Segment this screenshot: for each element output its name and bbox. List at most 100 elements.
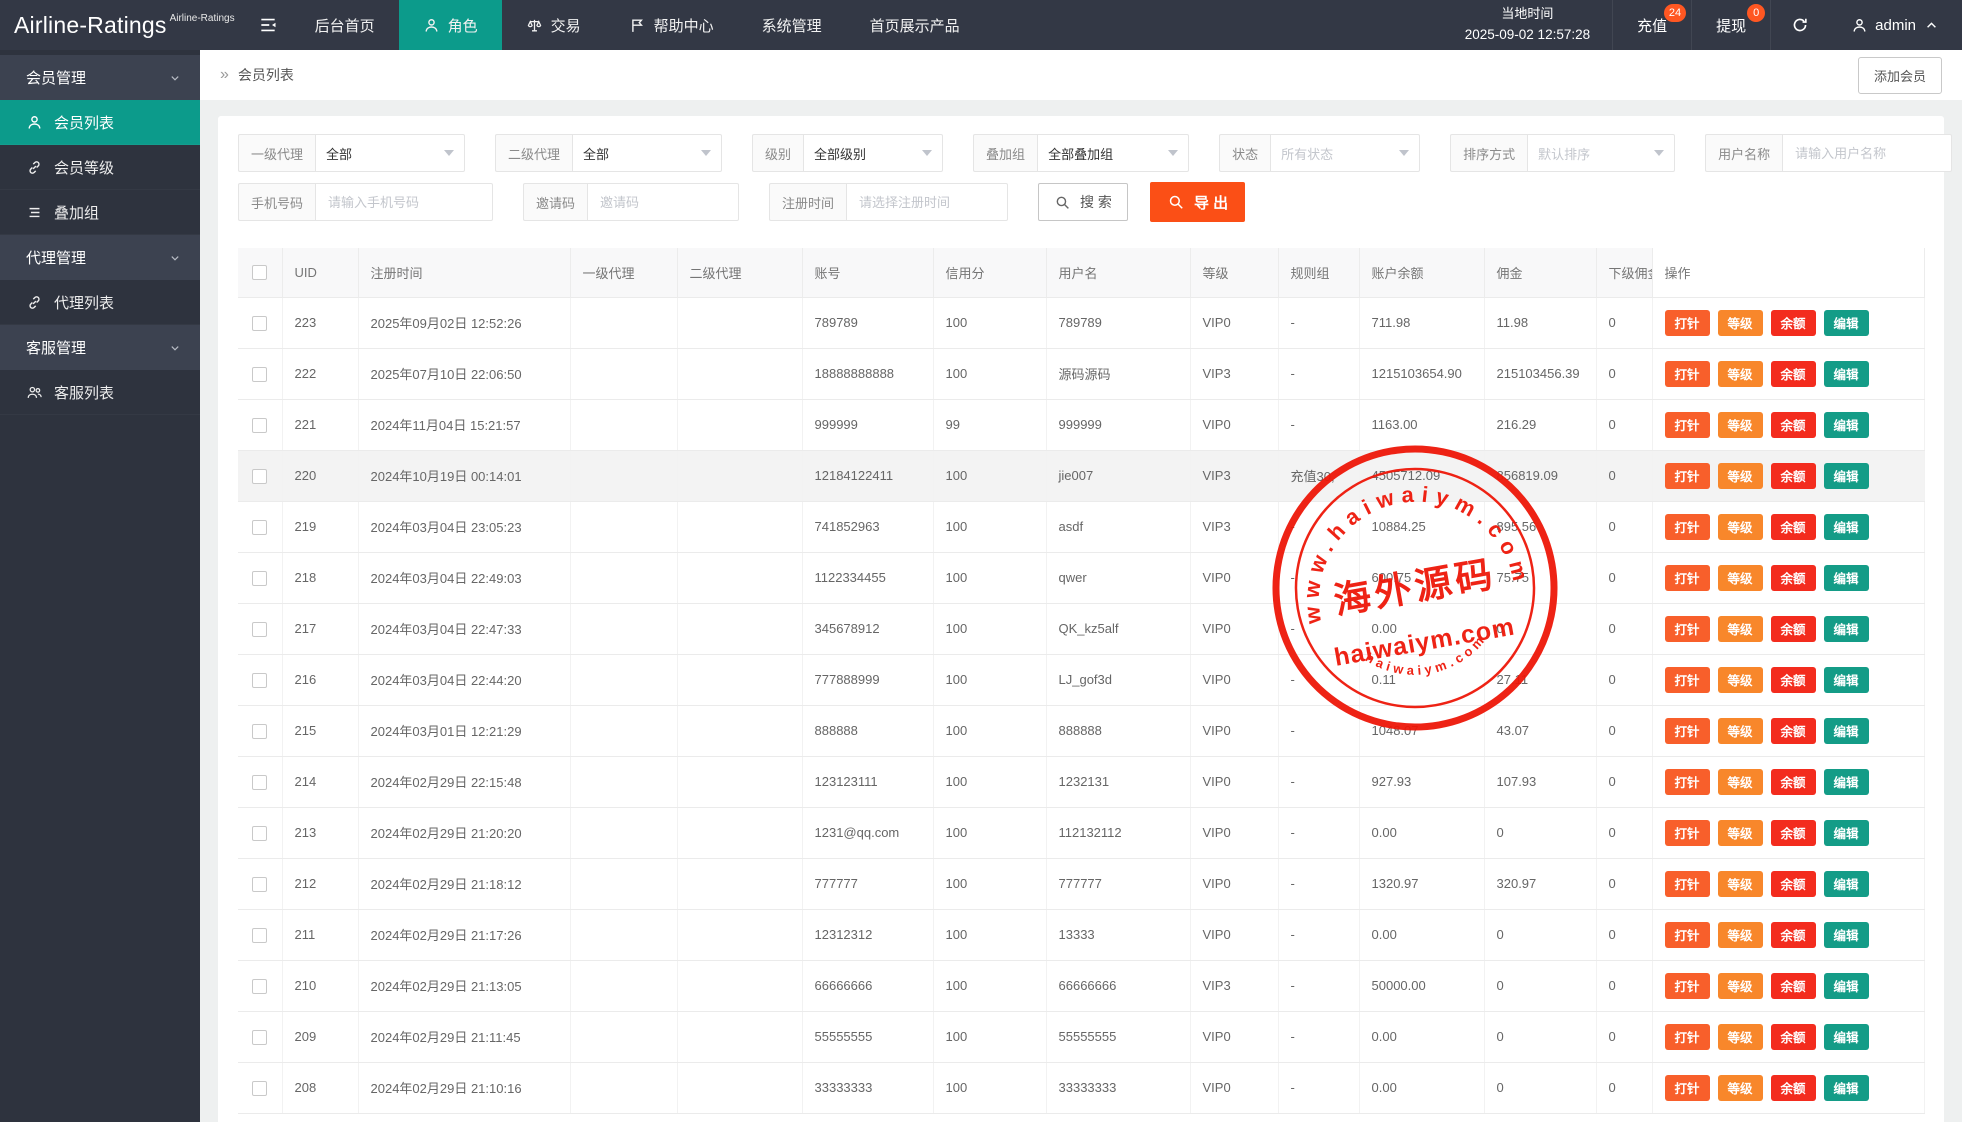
filter-status-select[interactable]: 所有状态 — [1270, 134, 1420, 172]
balance-button[interactable]: 余额 — [1771, 310, 1816, 336]
row-checkbox[interactable] — [252, 1030, 267, 1045]
inject-button[interactable]: 打针 — [1665, 718, 1710, 744]
edit-button[interactable]: 编辑 — [1824, 667, 1869, 693]
nav-item-home-products[interactable]: 首页展示产品 — [846, 0, 984, 50]
inject-button[interactable]: 打针 — [1665, 310, 1710, 336]
balance-button[interactable]: 余额 — [1771, 667, 1816, 693]
edit-button[interactable]: 编辑 — [1824, 718, 1869, 744]
level-button[interactable]: 等级 — [1718, 769, 1763, 795]
row-checkbox[interactable] — [252, 316, 267, 331]
balance-button[interactable]: 余额 — [1771, 361, 1816, 387]
inject-button[interactable]: 打针 — [1665, 565, 1710, 591]
export-button[interactable]: 导 出 — [1150, 182, 1245, 222]
inject-button[interactable]: 打针 — [1665, 769, 1710, 795]
inject-button[interactable]: 打针 — [1665, 922, 1710, 948]
level-button[interactable]: 等级 — [1718, 973, 1763, 999]
row-checkbox[interactable] — [252, 520, 267, 535]
filter-invite-code-input[interactable] — [598, 194, 728, 211]
edit-button[interactable]: 编辑 — [1824, 922, 1869, 948]
edit-button[interactable]: 编辑 — [1824, 514, 1869, 540]
row-checkbox[interactable] — [252, 928, 267, 943]
admin-menu[interactable]: admin — [1829, 0, 1962, 50]
level-button[interactable]: 等级 — [1718, 310, 1763, 336]
level-button[interactable]: 等级 — [1718, 667, 1763, 693]
nav-item-trade[interactable]: 交易 — [502, 0, 605, 50]
balance-button[interactable]: 余额 — [1771, 1075, 1816, 1101]
level-button[interactable]: 等级 — [1718, 718, 1763, 744]
edit-button[interactable]: 编辑 — [1824, 820, 1869, 846]
edit-button[interactable]: 编辑 — [1824, 769, 1869, 795]
balance-button[interactable]: 余额 — [1771, 871, 1816, 897]
filter-username-input[interactable] — [1793, 145, 1941, 162]
balance-button[interactable]: 余额 — [1771, 820, 1816, 846]
refresh-icon[interactable] — [1770, 0, 1829, 50]
sidebar-group-member-mgmt[interactable]: 会员管理 — [0, 55, 200, 100]
balance-button[interactable]: 余额 — [1771, 973, 1816, 999]
level-button[interactable]: 等级 — [1718, 565, 1763, 591]
sidebar-item-member-list[interactable]: 会员列表 — [0, 100, 200, 145]
filter-register-time-input[interactable] — [857, 194, 997, 211]
inject-button[interactable]: 打针 — [1665, 1024, 1710, 1050]
edit-button[interactable]: 编辑 — [1824, 361, 1869, 387]
row-checkbox[interactable] — [252, 673, 267, 688]
inject-button[interactable]: 打针 — [1665, 463, 1710, 489]
sidebar-item-agent-list[interactable]: 代理列表 — [0, 280, 200, 325]
inject-button[interactable]: 打针 — [1665, 412, 1710, 438]
add-member-button[interactable]: 添加会员 — [1858, 57, 1942, 94]
edit-button[interactable]: 编辑 — [1824, 412, 1869, 438]
inject-button[interactable]: 打针 — [1665, 361, 1710, 387]
edit-button[interactable]: 编辑 — [1824, 871, 1869, 897]
balance-button[interactable]: 余额 — [1771, 565, 1816, 591]
row-checkbox[interactable] — [252, 979, 267, 994]
edit-button[interactable]: 编辑 — [1824, 973, 1869, 999]
filter-overlay-group-select[interactable]: 全部叠加组 — [1037, 134, 1189, 172]
balance-button[interactable]: 余额 — [1771, 1024, 1816, 1050]
edit-button[interactable]: 编辑 — [1824, 1075, 1869, 1101]
app-logo[interactable]: Airline-Ratings Airline-Ratings — [0, 0, 245, 50]
balance-button[interactable]: 余额 — [1771, 514, 1816, 540]
edit-button[interactable]: 编辑 — [1824, 616, 1869, 642]
level-button[interactable]: 等级 — [1718, 463, 1763, 489]
filter-phone-input[interactable] — [326, 194, 482, 211]
filter-level-select[interactable]: 全部级别 — [803, 134, 943, 172]
row-checkbox[interactable] — [252, 724, 267, 739]
level-button[interactable]: 等级 — [1718, 871, 1763, 897]
sidebar-item-member-level[interactable]: 会员等级 — [0, 145, 200, 190]
row-checkbox[interactable] — [252, 469, 267, 484]
balance-button[interactable]: 余额 — [1771, 616, 1816, 642]
level-button[interactable]: 等级 — [1718, 922, 1763, 948]
nav-item-dashboard[interactable]: 后台首页 — [291, 0, 399, 50]
inject-button[interactable]: 打针 — [1665, 616, 1710, 642]
filter-sort-select[interactable]: 默认排序 — [1527, 134, 1675, 172]
level-button[interactable]: 等级 — [1718, 514, 1763, 540]
select-all-checkbox[interactable] — [252, 265, 267, 280]
recharge-button[interactable]: 充值 24 — [1612, 0, 1691, 50]
edit-button[interactable]: 编辑 — [1824, 1024, 1869, 1050]
withdraw-button[interactable]: 提现 0 — [1691, 0, 1770, 50]
balance-button[interactable]: 余额 — [1771, 718, 1816, 744]
row-checkbox[interactable] — [252, 418, 267, 433]
filter-first-agent-select[interactable]: 全部 — [315, 134, 465, 172]
nav-item-help-center[interactable]: 帮助中心 — [605, 0, 738, 50]
level-button[interactable]: 等级 — [1718, 616, 1763, 642]
inject-button[interactable]: 打针 — [1665, 871, 1710, 897]
sidebar-item-service-list[interactable]: 客服列表 — [0, 370, 200, 415]
row-checkbox[interactable] — [252, 622, 267, 637]
inject-button[interactable]: 打针 — [1665, 820, 1710, 846]
filter-second-agent-select[interactable]: 全部 — [572, 134, 722, 172]
sidebar-item-overlay-group[interactable]: 叠加组 — [0, 190, 200, 235]
row-checkbox[interactable] — [252, 571, 267, 586]
balance-button[interactable]: 余额 — [1771, 463, 1816, 489]
nav-item-system[interactable]: 系统管理 — [738, 0, 846, 50]
sidebar-group-agent-mgmt[interactable]: 代理管理 — [0, 235, 200, 280]
search-button[interactable]: 搜 索 — [1038, 183, 1128, 221]
row-checkbox[interactable] — [252, 877, 267, 892]
inject-button[interactable]: 打针 — [1665, 1075, 1710, 1101]
row-checkbox[interactable] — [252, 826, 267, 841]
row-checkbox[interactable] — [252, 367, 267, 382]
edit-button[interactable]: 编辑 — [1824, 565, 1869, 591]
balance-button[interactable]: 余额 — [1771, 412, 1816, 438]
sidebar-group-service-mgmt[interactable]: 客服管理 — [0, 325, 200, 370]
inject-button[interactable]: 打针 — [1665, 973, 1710, 999]
menu-fold-icon[interactable] — [245, 0, 291, 50]
